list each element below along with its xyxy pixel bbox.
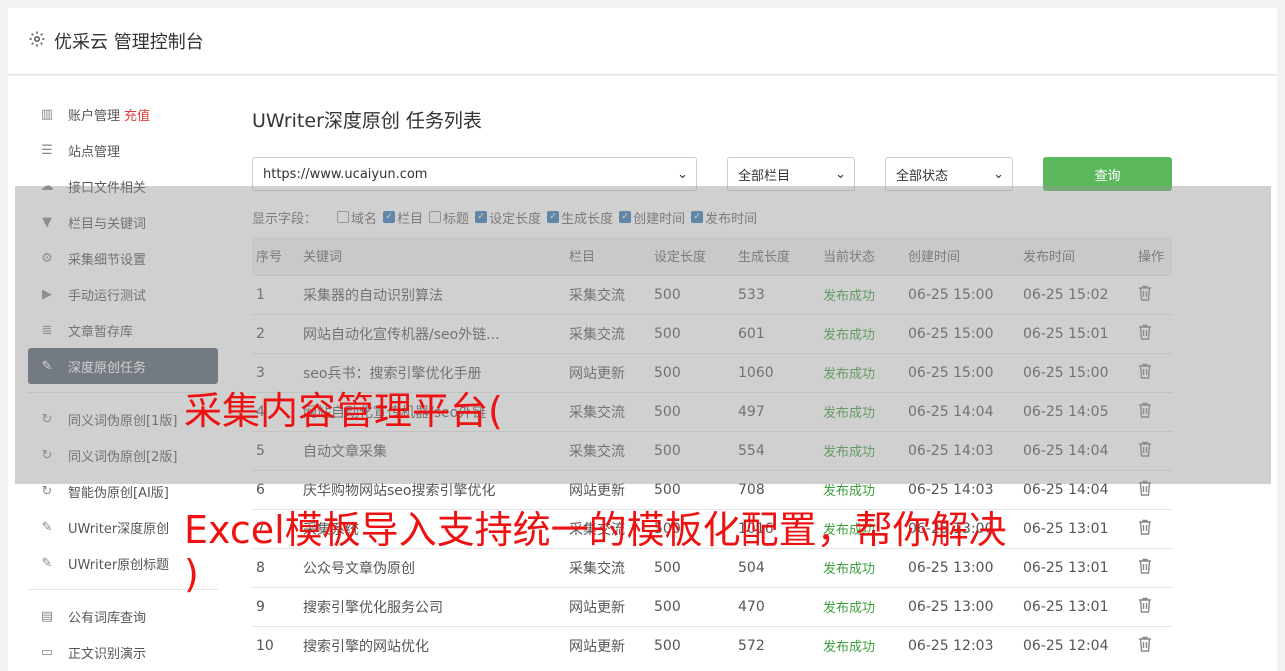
gray-overlay	[15, 186, 1271, 484]
sidebar-item-label: 公有词库查询	[68, 610, 147, 626]
table-row: 8 公众号文章伪原创 采集交流 500 504 发布成功 06-25 13:00 06-25 …	[252, 547, 1172, 587]
trash-icon	[1138, 519, 1152, 539]
table-cell: 06-25 13:01	[1019, 547, 1134, 587]
trash-icon	[1138, 636, 1152, 656]
sidebar-item-label: 正文识别演示	[68, 646, 147, 662]
gear-icon	[28, 30, 46, 52]
table-cell: 572	[734, 625, 819, 665]
sidebar-item-label: UWriter深度原创	[68, 521, 170, 537]
table-row: 9 搜索引擎优化服务公司 网站更新 500 470 发布成功 06-25 13:00 06-2…	[252, 586, 1172, 626]
table-cell: 500	[650, 625, 734, 665]
table-cell: 10	[252, 625, 299, 665]
table-cell: 搜索引擎优化服务公司	[299, 586, 565, 626]
edit-icon: ✎	[41, 519, 53, 535]
table-cell: 504	[734, 547, 819, 587]
table-cell: 网站更新	[565, 586, 650, 626]
table-cell: 06-25 13:00	[904, 586, 1019, 626]
server-icon: ☰	[41, 142, 53, 158]
overlay-line-2: Excel模板导入支持统一的模板化配置，帮你解决	[184, 508, 1007, 552]
table-cell: 06-25 13:00	[904, 547, 1019, 587]
delete-button[interactable]	[1134, 508, 1172, 548]
table-cell: 公众号文章伪原创	[299, 547, 565, 587]
sidebar-item-13[interactable]: ▤ 公有词库查询	[28, 598, 218, 634]
sidebar-item-label: 账户管理	[68, 108, 121, 124]
table-cell: 发布成功	[819, 547, 904, 587]
page-title: UWriter深度原创 任务列表	[252, 110, 482, 132]
sidebar-item-label: 站点管理	[68, 144, 121, 160]
chevron-down-icon: ⌄	[677, 166, 688, 182]
delete-button[interactable]	[1134, 625, 1172, 665]
edit-icon: ✎	[41, 555, 53, 571]
chevron-down-icon: ⌄	[993, 166, 1004, 182]
table-cell: 500	[650, 586, 734, 626]
overlay-line-3: )	[184, 552, 199, 596]
sidebar-item-label: 智能伪原创[AI版]	[68, 485, 169, 501]
trash-icon	[1138, 480, 1152, 500]
refresh-icon: ↻	[41, 483, 53, 499]
table-cell: 9	[252, 586, 299, 626]
table-cell: 06-25 13:01	[1019, 586, 1134, 626]
sidebar-item-1[interactable]: ☰ 站点管理	[28, 132, 218, 168]
sidebar-item-label: UWriter原创标题	[68, 557, 170, 573]
sidebar-item-0[interactable]: ▥ 账户管理 充值	[28, 96, 218, 132]
delete-button[interactable]	[1134, 547, 1172, 587]
bar-chart-icon: ▥	[40, 106, 54, 122]
delete-button[interactable]	[1134, 586, 1172, 626]
table-row: 10 搜索引擎的网站优化 网站更新 500 572 发布成功 06-25 12:03 06-2…	[252, 625, 1172, 665]
table-cell: 搜索引擎的网站优化	[299, 625, 565, 665]
trash-icon	[1138, 558, 1152, 578]
book-icon: ▤	[40, 608, 54, 624]
table-cell: 06-25 12:04	[1019, 625, 1134, 665]
recharge-link[interactable]: 充值	[124, 105, 150, 124]
monitor-icon: ▭	[40, 644, 54, 660]
table-cell: 采集交流	[565, 547, 650, 587]
table-cell: 网站更新	[565, 625, 650, 665]
table-cell: 发布成功	[819, 586, 904, 626]
table-cell: 06-25 13:01	[1019, 508, 1134, 548]
sidebar-item-14[interactable]: ▭ 正文识别演示	[28, 634, 218, 670]
top-bar: 优采云 管理控制台	[8, 8, 1277, 75]
overlay-line-1: 采集内容管理平台(	[184, 389, 503, 433]
chevron-down-icon: ⌄	[835, 166, 846, 182]
app-title: 优采云 管理控制台	[54, 32, 204, 53]
table-cell: 8	[252, 547, 299, 587]
trash-icon	[1138, 597, 1152, 617]
table-cell: 发布成功	[819, 625, 904, 665]
table-cell: 470	[734, 586, 819, 626]
table-cell: 500	[650, 547, 734, 587]
table-cell: 06-25 12:03	[904, 625, 1019, 665]
